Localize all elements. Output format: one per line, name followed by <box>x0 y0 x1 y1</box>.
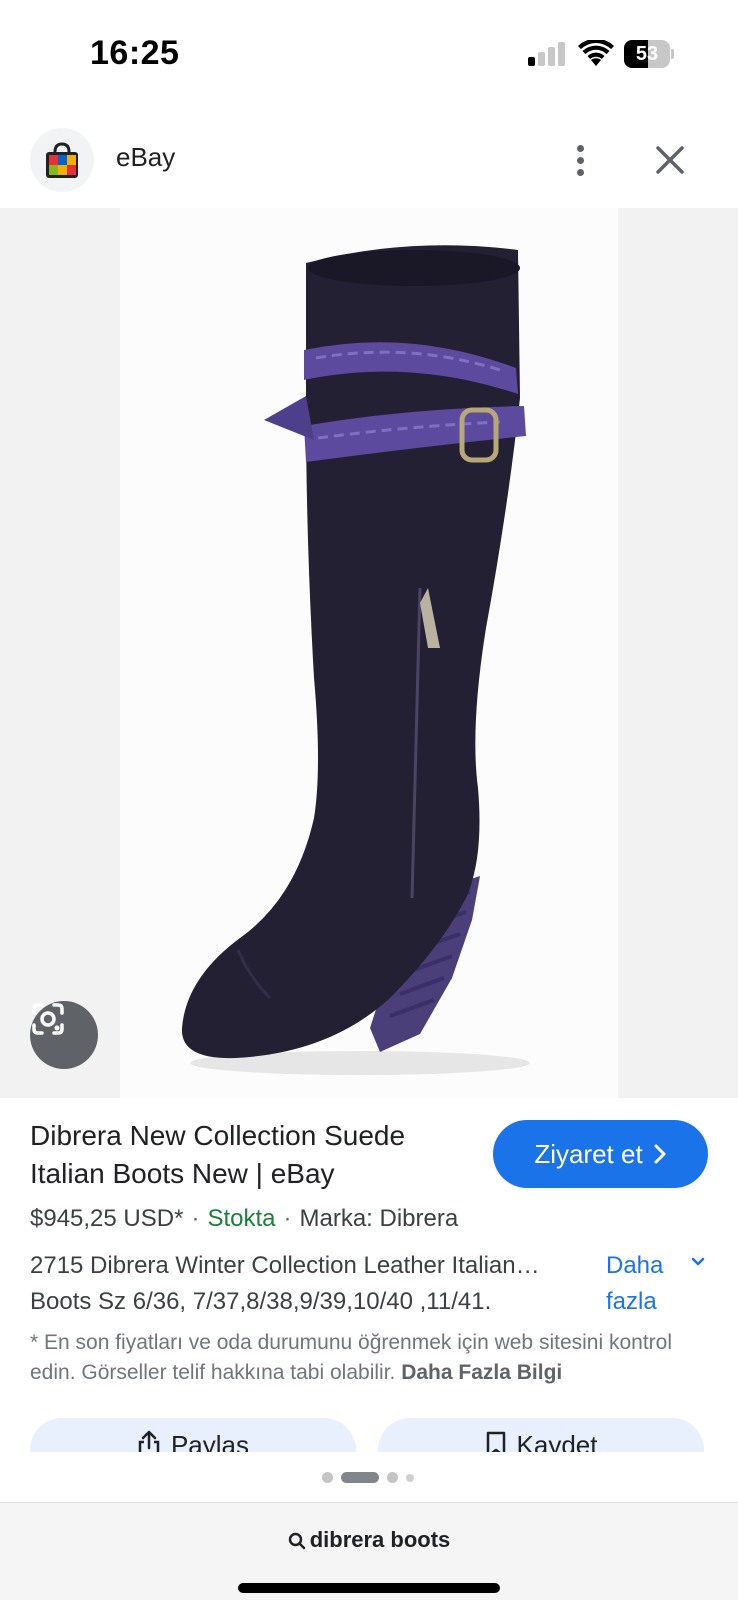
share-icon <box>138 1430 160 1452</box>
description-line-1: 2715 Dibrera Winter Collection Leather I… <box>30 1252 540 1279</box>
site-name[interactable]: eBay <box>116 142 175 173</box>
close-icon[interactable] <box>648 138 692 182</box>
visit-button-label: Ziyaret et <box>534 1138 643 1169</box>
disclaimer-text: * En son fiyatları ve oda durumunu öğren… <box>30 1331 672 1384</box>
save-button[interactable]: Kaydet <box>378 1418 704 1452</box>
stock-status: Stokta <box>207 1205 276 1232</box>
product-title[interactable]: Dibrera New Collection Suede Italian Boo… <box>30 1117 480 1193</box>
more-link-line-2: fazla <box>606 1288 657 1315</box>
bottom-search-bar[interactable]: dibrera boots <box>0 1502 738 1600</box>
home-indicator[interactable] <box>238 1583 500 1593</box>
product-meta: $945,25 USD* · Stokta · Marka: Dibrera <box>30 1205 459 1232</box>
more-link[interactable]: Daha fazla <box>606 1248 716 1320</box>
cellular-signal-icon <box>528 42 566 66</box>
battery-level: 53 <box>635 43 659 65</box>
product-description: 2715 Dibrera Winter Collection Leather I… <box>30 1248 592 1320</box>
description-line-2: Boots Sz 6/36, 7/37,8/38,9/39,10/40 ,11/… <box>30 1288 492 1315</box>
pagination-dot-active[interactable] <box>341 1472 379 1483</box>
share-button[interactable]: Paylaş <box>30 1418 356 1452</box>
share-button-label: Paylaş <box>170 1430 250 1452</box>
search-icon <box>288 1532 305 1550</box>
save-button-label: Kaydet <box>516 1430 598 1452</box>
bookmark-icon <box>486 1431 505 1452</box>
disclaimer: * En son fiyatları ve oda durumunu öğren… <box>30 1328 720 1388</box>
more-vert-icon[interactable] <box>562 138 598 182</box>
search-query[interactable]: dibrera boots <box>0 1527 738 1553</box>
action-buttons: Paylaş Kaydet <box>0 1410 738 1452</box>
product-brand: Marka: Dibrera <box>299 1205 459 1232</box>
pagination-dot[interactable] <box>406 1474 414 1482</box>
boot-product-photo <box>120 208 618 1098</box>
learn-more-link[interactable]: Daha Fazla Bilgi <box>401 1361 562 1384</box>
shopping-bag-icon[interactable] <box>30 128 94 192</box>
chevron-down-icon <box>691 1257 705 1266</box>
google-lens-icon[interactable] <box>30 1001 98 1069</box>
pagination-dot[interactable] <box>387 1472 398 1483</box>
battery-icon: 53 <box>624 40 674 68</box>
visit-button[interactable]: Ziyaret et <box>493 1120 708 1188</box>
result-header: eBay <box>0 120 738 208</box>
status-time: 16:25 <box>90 34 180 72</box>
search-query-text: dibrera boots <box>309 1527 451 1552</box>
wifi-icon <box>578 40 614 66</box>
product-image[interactable] <box>0 208 738 1098</box>
chevron-right-icon <box>654 1144 666 1164</box>
status-bar: 16:25 53 <box>0 0 738 110</box>
pagination-dot[interactable] <box>322 1472 333 1483</box>
pagination-dots <box>0 1472 738 1484</box>
product-price: $945,25 USD* <box>30 1205 184 1232</box>
